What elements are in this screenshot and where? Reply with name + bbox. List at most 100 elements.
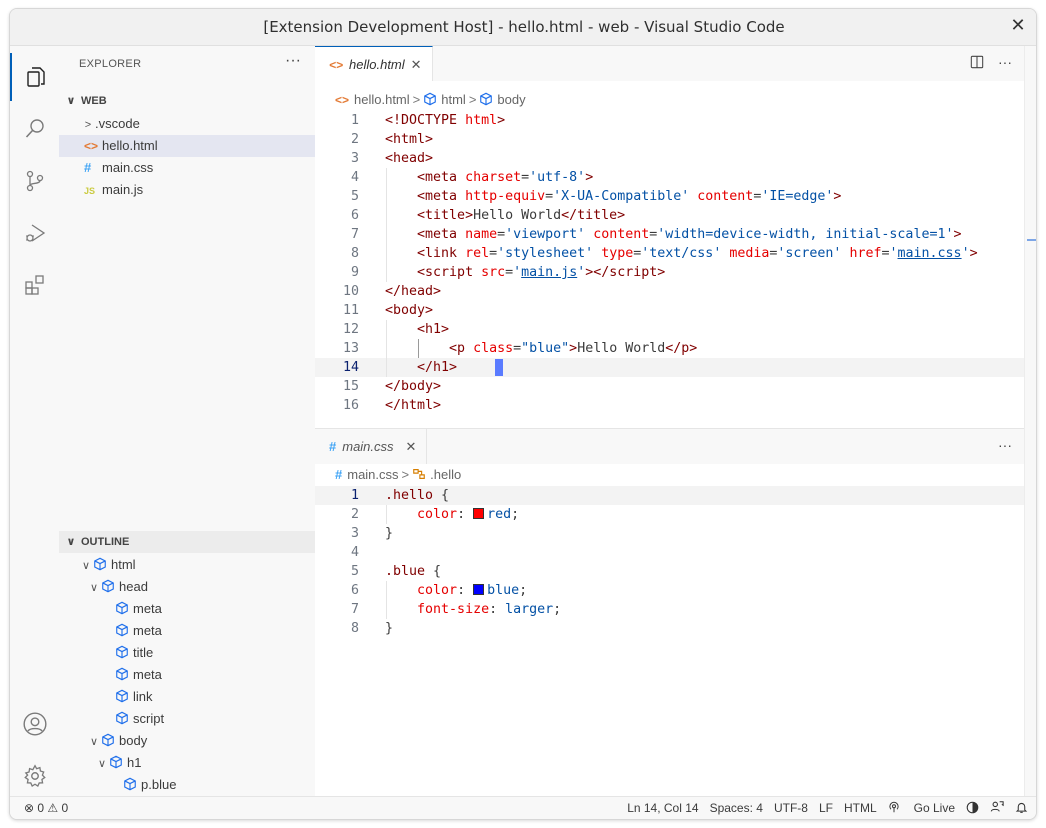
code-line: 7 font-size: larger; (315, 600, 1024, 619)
outline-item[interactable]: meta (59, 620, 315, 642)
outline-label: h1 (127, 755, 142, 770)
breadcrumb-file[interactable]: main.css (347, 467, 398, 482)
line-number: 3 (350, 526, 359, 541)
code-line: 12 <h1> (315, 320, 1024, 339)
symbol-field-icon (116, 689, 128, 703)
code-editor-css[interactable]: 1 .hello { 2 color: red; 3} 4 5 .blue { 6 … (315, 486, 1024, 638)
code-line: 8} (315, 619, 1024, 638)
tab-label: main.css (342, 439, 394, 454)
chevron-down-icon: ∨ (89, 582, 99, 594)
close-window-button[interactable]: ✕ (1008, 15, 1028, 37)
outline-item[interactable]: ∨ body (59, 730, 315, 752)
line-number: 8 (350, 621, 359, 636)
tab-hello-html[interactable]: <> hello.html ✕ (315, 46, 433, 81)
outline-item[interactable]: meta (59, 664, 315, 686)
line-number: 13 (342, 341, 359, 356)
code-line: 6 color: blue; (315, 581, 1024, 600)
split-editor-icon[interactable] (970, 55, 984, 69)
account-icon[interactable] (10, 700, 59, 748)
line-number: 5 (350, 189, 359, 204)
line-number: 1 (350, 488, 359, 503)
code-text: <body> (385, 303, 434, 318)
go-live-label: Go Live (913, 801, 955, 815)
file-item-main-css[interactable]: # main.css (59, 157, 315, 179)
outline-label: meta (133, 667, 162, 682)
outline-item[interactable]: ∨ h1 (59, 752, 315, 774)
cursor-position[interactable]: Ln 14, Col 14 (627, 797, 698, 819)
breadcrumb-body[interactable]: body (497, 92, 525, 107)
end-of-line[interactable]: LF (819, 797, 833, 819)
search-icon[interactable] (10, 105, 59, 153)
file-label: .vscode (95, 116, 140, 131)
code-line: 10 </head> (315, 282, 1024, 301)
more-actions-button[interactable]: ··· (998, 437, 1012, 453)
explorer-icon[interactable] (10, 53, 59, 101)
symbol-field-icon (480, 92, 493, 106)
outline-section-header[interactable]: ∨ OUTLINE (59, 531, 315, 553)
code-line: 16 </html> (315, 396, 1024, 415)
scroll-marker (1027, 239, 1036, 241)
outline-item[interactable]: link (59, 686, 315, 708)
close-icon[interactable]: ✕ (411, 57, 422, 72)
outline-item[interactable]: ∨ html (59, 554, 315, 576)
vertical-scrollbar[interactable] (1024, 46, 1036, 796)
gear-icon[interactable] (10, 752, 59, 800)
language-mode[interactable]: HTML (844, 797, 877, 819)
outline-item[interactable]: ∨ head (59, 576, 315, 598)
line-number: 4 (350, 170, 359, 185)
color-theme-icon[interactable] (966, 797, 979, 819)
color-swatch-red[interactable] (473, 508, 485, 519)
line-number: 11 (342, 303, 359, 318)
run-debug-icon[interactable] (10, 209, 59, 257)
file-label: main.css (102, 160, 154, 175)
line-number: 9 (350, 265, 359, 280)
notifications-bell-icon[interactable] (1015, 797, 1028, 819)
symbol-field-icon (116, 601, 128, 615)
tab-main-css[interactable]: # main.css ✕ (315, 429, 428, 464)
code-text: </html> (385, 398, 442, 413)
text-cursor (495, 359, 503, 376)
breadcrumb-hello[interactable]: .hello (430, 467, 461, 482)
code-text: <p class="blue">Hello World</p> (449, 341, 698, 356)
code-line: 11 <body> (315, 301, 1024, 320)
outline-item[interactable]: p.blue (59, 774, 315, 796)
code-text: <h1> (417, 322, 450, 337)
line-number: 6 (350, 208, 359, 223)
file-label: main.js (102, 182, 144, 197)
encoding[interactable]: UTF-8 (774, 797, 808, 819)
file-item-hello-html[interactable]: <> hello.html (59, 135, 315, 157)
status-bar-right: Ln 14, Col 14 Spaces: 4 UTF-8 LF HTML Go… (616, 797, 1028, 819)
sidebar-title: EXPLORER (79, 58, 142, 70)
symbol-field-icon (116, 667, 128, 681)
code-line: 2 color: red; (315, 505, 1024, 524)
feedback-icon[interactable] (990, 797, 1004, 819)
breadcrumb-html[interactable]: html (441, 92, 466, 107)
close-icon[interactable]: ✕ (406, 439, 417, 454)
sidebar-more-button[interactable]: ··· (285, 52, 301, 70)
symbol-field-icon (110, 755, 122, 769)
workspace-section-header[interactable]: ∨ WEB (59, 90, 315, 112)
editor-tabs-bottom: # main.css ✕ ··· (315, 429, 1024, 464)
code-editor-html[interactable]: 1 <!DOCTYPE html> 2 <html> 3 <head> 4 <meta… (315, 111, 1024, 415)
symbol-field-icon (424, 92, 437, 106)
file-item-main-js[interactable]: JS main.js (59, 179, 315, 201)
breadcrumb-file[interactable]: hello.html (354, 92, 410, 107)
outline-label: body (119, 733, 148, 748)
indentation[interactable]: Spaces: 4 (710, 797, 763, 819)
problems-indicator[interactable]: ⊗ 0 ⚠ 0 (24, 797, 68, 819)
more-actions-button[interactable]: ··· (998, 54, 1012, 70)
color-swatch-blue[interactable] (473, 584, 485, 595)
file-item-vscode[interactable]: > .vscode (59, 113, 315, 135)
outline-item[interactable]: script (59, 708, 315, 730)
extensions-icon[interactable] (10, 261, 59, 309)
go-live-button[interactable]: Go Live (888, 797, 955, 819)
source-control-icon[interactable] (10, 157, 59, 205)
chevron-right-icon: > (412, 92, 421, 107)
code-line-current: 14 </h1> (315, 358, 1024, 377)
code-text: color: red; (417, 507, 520, 522)
code-text: color: blue; (417, 583, 528, 598)
status-bar: ⊗ 0 ⚠ 0 Ln 14, Col 14 Spaces: 4 UTF-8 LF… (10, 796, 1036, 819)
symbol-field-icon (102, 579, 114, 593)
outline-item[interactable]: meta (59, 598, 315, 620)
outline-item[interactable]: title (59, 642, 315, 664)
